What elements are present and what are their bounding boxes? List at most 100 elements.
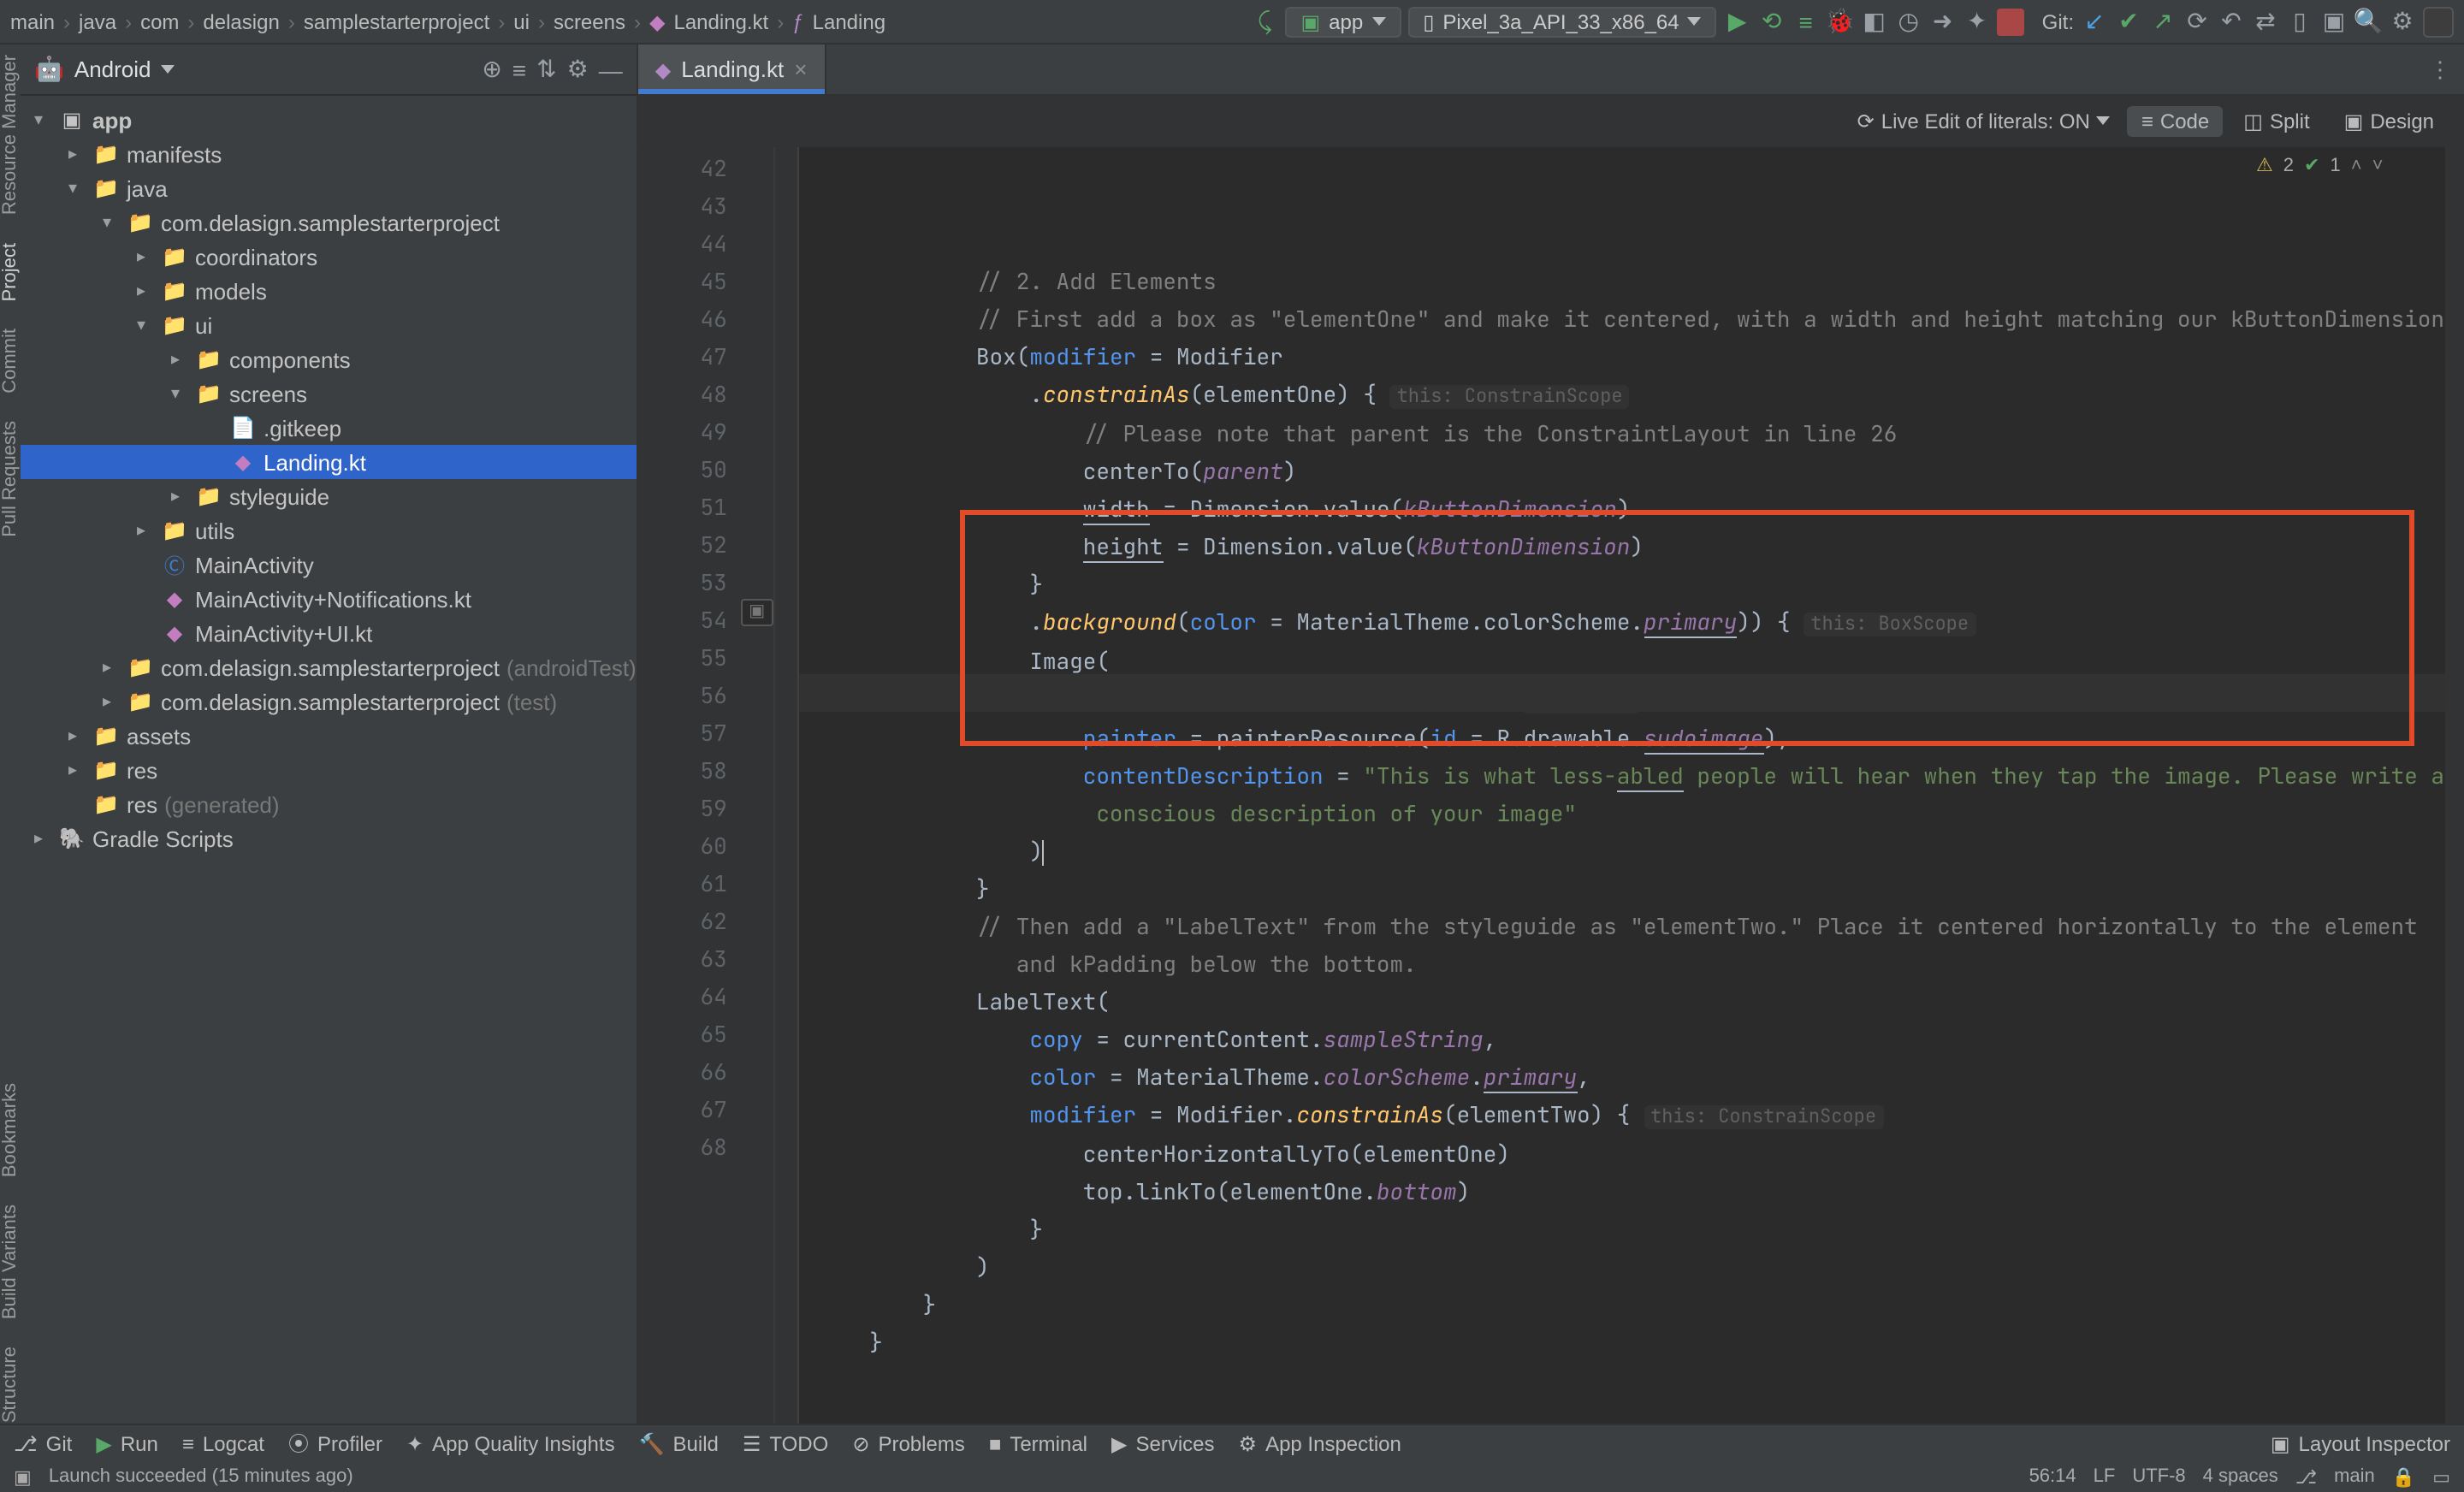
avd-icon[interactable]: ▣: [2320, 8, 2348, 35]
project-view-name[interactable]: Android: [74, 56, 151, 82]
tree-file[interactable]: ◆MainActivity+UI.kt: [21, 616, 637, 650]
tree-package[interactable]: 📁com.delasign.samplestarterproject(andro…: [21, 650, 637, 684]
apply-changes-icon[interactable]: ⟲: [1758, 8, 1786, 35]
run-button-icon[interactable]: ▶: [1724, 8, 1751, 35]
indent-setting[interactable]: 4 spaces: [2203, 1466, 2278, 1487]
profile-icon[interactable]: ◷: [1895, 8, 1922, 35]
gutter-icons[interactable]: ▣: [741, 147, 775, 1424]
rail-project[interactable]: Project: [0, 242, 21, 301]
coverage-icon[interactable]: ◧: [1861, 8, 1888, 35]
git-update-icon[interactable]: ↙: [2081, 8, 2108, 35]
breadcrumb-file[interactable]: Landing.kt: [673, 9, 768, 33]
tool-git[interactable]: ⎇Git: [14, 1431, 72, 1455]
run-config-selector[interactable]: ▣ app: [1285, 6, 1401, 37]
line-number-gutter[interactable]: 4243444546474849505152535455565758596061…: [638, 147, 741, 1424]
git-history-icon[interactable]: ⟳: [2183, 8, 2211, 35]
apply-code-icon[interactable]: ≡: [1792, 8, 1820, 35]
tree-file[interactable]: ⒸMainActivity: [21, 548, 637, 582]
breadcrumb-item[interactable]: com: [140, 9, 179, 33]
prev-highlight-icon[interactable]: ˄: [2351, 155, 2362, 175]
tree-folder[interactable]: 📁components: [21, 342, 637, 376]
avatar-icon[interactable]: [2423, 6, 2454, 37]
tool-services[interactable]: ▶Services: [1111, 1431, 1215, 1455]
tool-terminal[interactable]: ■Terminal: [989, 1431, 1087, 1455]
memory-icon[interactable]: ▭: [2432, 1465, 2450, 1488]
live-edit-toggle[interactable]: ⟳ Live Edit of literals: ON: [1857, 109, 2111, 133]
tree-file[interactable]: 📄.gitkeep: [21, 411, 637, 445]
sync-icon[interactable]: ⇄: [2252, 8, 2279, 35]
editor-tab[interactable]: ◆ Landing.kt ×: [638, 44, 826, 94]
tree-folder[interactable]: 📁models: [21, 274, 637, 308]
inspection-summary[interactable]: ⚠2 ✔1 ˄ ˅: [2256, 154, 2383, 176]
tool-logcat[interactable]: ≡Logcat: [182, 1431, 264, 1455]
breadcrumb-function[interactable]: Landing: [813, 9, 886, 33]
rail-commit[interactable]: Commit: [0, 329, 21, 394]
tree-gradle[interactable]: 🐘Gradle Scripts: [21, 821, 637, 856]
view-split-button[interactable]: ◫Split: [2230, 105, 2323, 136]
settings-icon[interactable]: ⚙: [2389, 8, 2416, 35]
tool-run[interactable]: ▶Run: [96, 1431, 158, 1455]
search-icon[interactable]: 🔍: [2354, 8, 2382, 35]
close-icon[interactable]: ×: [794, 56, 807, 82]
breadcrumb-item[interactable]: ui: [513, 9, 530, 33]
editor-body[interactable]: 4243444546474849505152535455565758596061…: [638, 147, 2464, 1424]
breadcrumb[interactable]: main› java› com› delasign› samplestarter…: [10, 9, 886, 33]
more-icon[interactable]: ✦: [1964, 8, 1991, 35]
view-design-button[interactable]: ▣Design: [2331, 105, 2448, 136]
tree-folder[interactable]: 📁manifests: [21, 137, 637, 171]
minimize-icon[interactable]: —: [599, 56, 623, 83]
caret-position[interactable]: 56:14: [2029, 1466, 2076, 1487]
git-branch[interactable]: main: [2334, 1466, 2375, 1487]
device-icon[interactable]: ▯: [2286, 8, 2313, 35]
project-tree[interactable]: ▣app 📁manifests 📁java 📁com.delasign.samp…: [21, 96, 637, 1424]
git-commit-icon[interactable]: ✔: [2115, 8, 2142, 35]
tree-folder[interactable]: 📁screens: [21, 376, 637, 411]
rail-pull-requests[interactable]: Pull Requests: [0, 420, 21, 536]
tool-app-quality[interactable]: ✦App Quality Insights: [406, 1431, 615, 1455]
breadcrumb-item[interactable]: java: [79, 9, 116, 33]
attach-icon[interactable]: ➜: [1929, 8, 1957, 35]
rail-bookmarks[interactable]: Bookmarks: [0, 1084, 21, 1178]
git-push-icon[interactable]: ↗: [2149, 8, 2177, 35]
gear-icon[interactable]: ⚙: [567, 55, 589, 84]
tree-folder[interactable]: 📁res: [21, 753, 637, 787]
tab-menu-icon[interactable]: ⋮: [2415, 44, 2464, 94]
tree-folder[interactable]: 📁styleguide: [21, 479, 637, 513]
tree-module[interactable]: ▣app: [21, 103, 637, 137]
tool-layout-inspector[interactable]: ▣Layout Inspector: [2271, 1431, 2450, 1455]
view-code-button[interactable]: ≡Code: [2128, 105, 2223, 136]
build-hammer-icon[interactable]: ⤹: [1251, 8, 1278, 35]
breadcrumb-item[interactable]: delasign: [203, 9, 279, 33]
code-editor[interactable]: // 2. Add Elements // First add a box as…: [799, 147, 2444, 1424]
tree-folder[interactable]: 📁res(generated): [21, 787, 637, 821]
rail-resource-manager[interactable]: Resource Manager: [0, 55, 21, 215]
tool-profiler[interactable]: ⦿Profiler: [288, 1429, 382, 1458]
debug-icon[interactable]: 🐞: [1827, 8, 1854, 35]
gutter-preview-icon[interactable]: ▣: [741, 599, 773, 626]
breadcrumb-item[interactable]: main: [10, 9, 55, 33]
tool-problems[interactable]: ⊘Problems: [852, 1431, 965, 1455]
tool-app-inspection[interactable]: ⚙App Inspection: [1239, 1431, 1401, 1455]
stop-icon[interactable]: [1998, 8, 2025, 35]
tree-folder[interactable]: 📁coordinators: [21, 240, 637, 274]
fold-column[interactable]: [775, 147, 799, 1424]
device-selector[interactable]: ▯ Pixel_3a_API_33_x86_64: [1407, 6, 1716, 37]
tree-folder[interactable]: 📁ui: [21, 308, 637, 342]
tool-build[interactable]: 🔨Build: [639, 1431, 719, 1455]
tool-todo[interactable]: ☰TODO: [743, 1431, 828, 1455]
sort-icon[interactable]: ≡: [512, 56, 526, 83]
tree-file-selected[interactable]: ◆Landing.kt: [21, 445, 637, 479]
tool-window-icon[interactable]: ▣: [14, 1465, 32, 1488]
tree-folder[interactable]: 📁utils: [21, 513, 637, 548]
git-rollback-icon[interactable]: ↶: [2218, 8, 2245, 35]
lock-icon[interactable]: 🔒: [2392, 1465, 2415, 1488]
error-stripe[interactable]: ⚠2 ✔1 ˄ ˅: [2444, 147, 2464, 1424]
chevron-down-icon[interactable]: [162, 65, 175, 74]
filter-icon[interactable]: ⇅: [536, 55, 556, 84]
target-icon[interactable]: ⊕: [482, 55, 501, 84]
file-encoding[interactable]: UTF-8: [2132, 1466, 2185, 1487]
tree-folder[interactable]: 📁java: [21, 171, 637, 205]
rail-build-variants[interactable]: Build Variants: [0, 1205, 21, 1320]
tree-package[interactable]: 📁com.delasign.samplestarterproject(test): [21, 684, 637, 719]
breadcrumb-item[interactable]: screens: [554, 9, 625, 33]
